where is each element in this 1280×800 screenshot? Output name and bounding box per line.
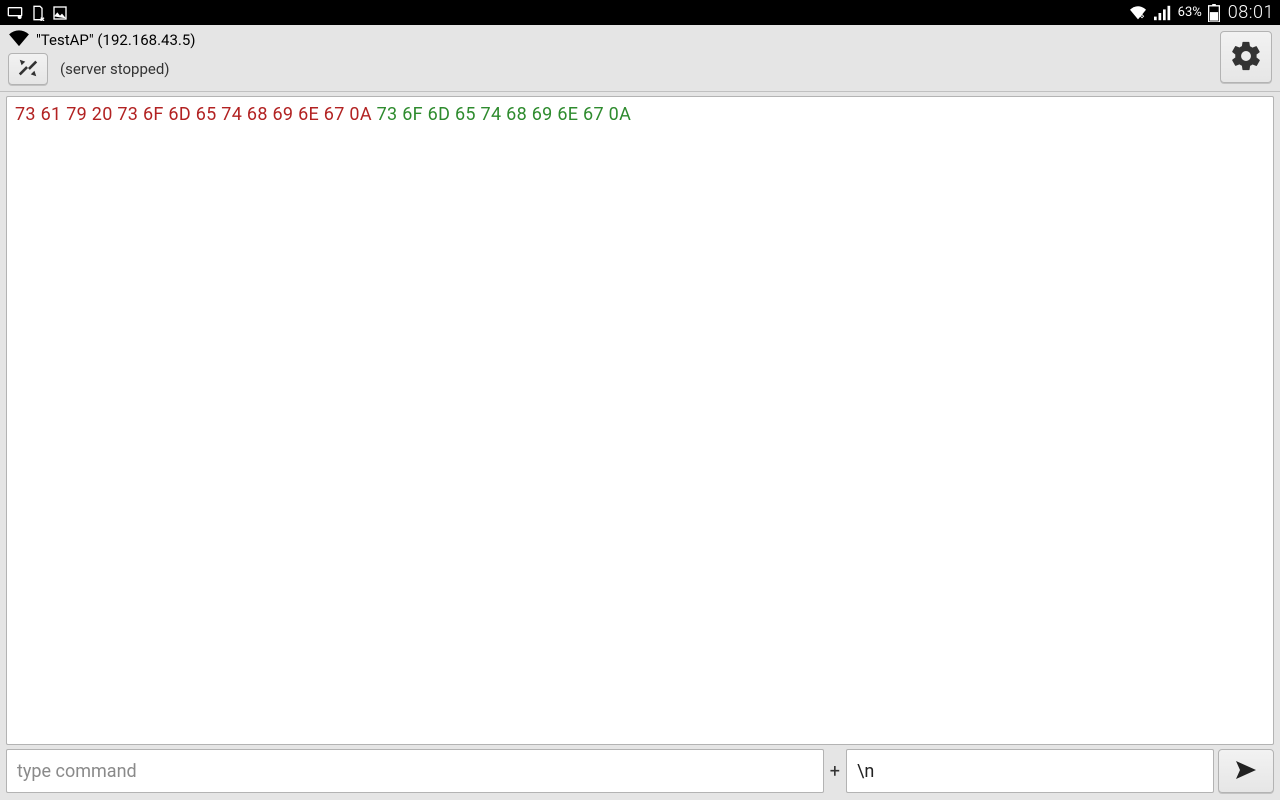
image-icon — [52, 5, 68, 21]
battery-percentage: 63% — [1178, 5, 1202, 20]
status-clock: 08:01 — [1228, 2, 1274, 23]
gear-icon — [1229, 39, 1263, 76]
ap-label: "TestAP" (192.168.43.5) — [36, 31, 196, 49]
connect-button[interactable] — [8, 53, 48, 85]
app-header: "TestAP" (192.168.43.5) (server stopped) — [0, 25, 1280, 92]
document-icon — [30, 5, 46, 21]
wifi-icon — [1128, 5, 1148, 21]
send-button[interactable] — [1218, 749, 1274, 793]
hex-output-outgoing: 73 61 79 20 73 6F 6D 65 74 68 69 6E 67 0… — [15, 104, 372, 125]
command-input[interactable] — [6, 749, 824, 793]
signal-icon — [1154, 5, 1172, 21]
connect-icon — [17, 57, 39, 82]
android-status-bar: 63% 08:01 — [0, 0, 1280, 25]
output-pane[interactable]: 73 61 79 20 73 6F 6D 65 74 68 69 6E 67 0… — [6, 96, 1274, 745]
send-icon — [1231, 758, 1261, 785]
cast-icon — [6, 5, 24, 21]
settings-button[interactable] — [1220, 31, 1272, 83]
command-row: + — [0, 749, 1280, 799]
wifi-header-icon — [8, 29, 30, 51]
concat-plus-label: + — [828, 749, 842, 793]
line-terminator-input[interactable] — [846, 749, 1214, 793]
battery-icon — [1208, 4, 1220, 22]
server-state-label: (server stopped) — [60, 60, 170, 78]
hex-output-incoming: 73 6F 6D 65 74 68 69 6E 67 0A — [377, 104, 631, 125]
